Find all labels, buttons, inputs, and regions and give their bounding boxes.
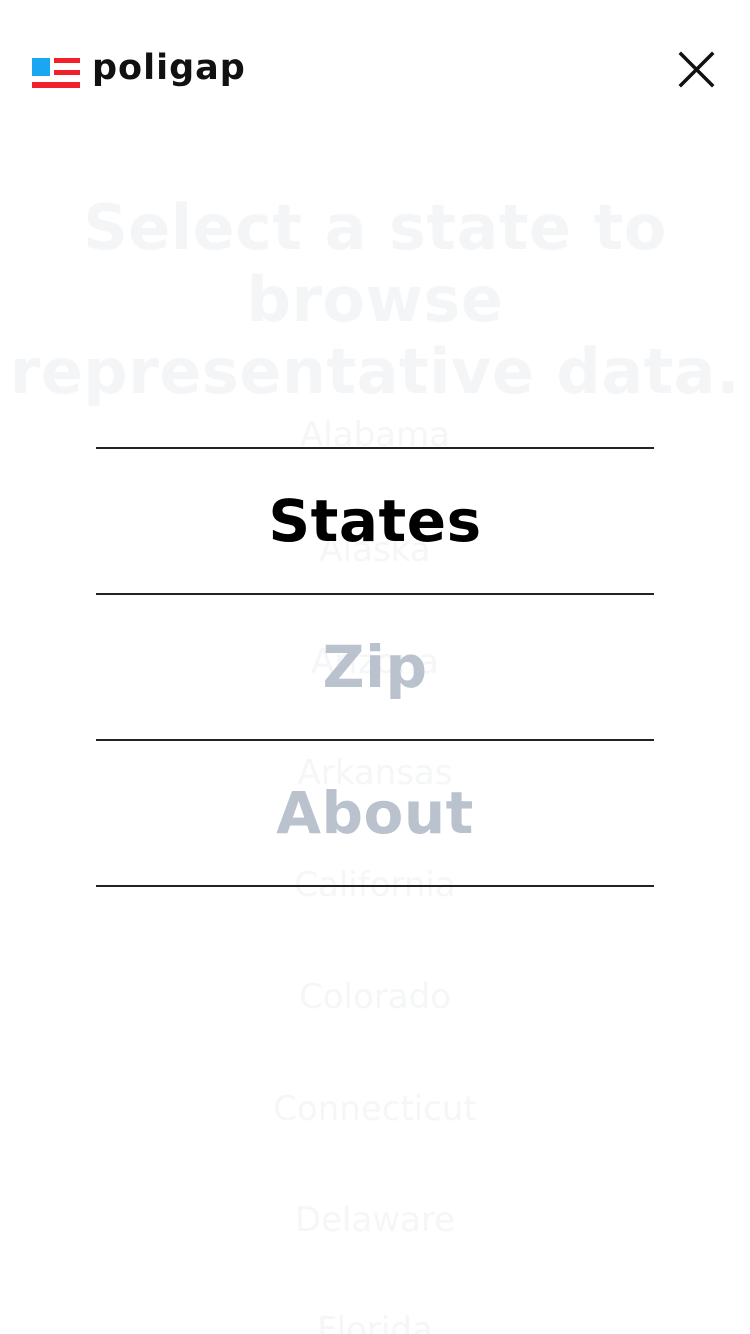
- brand-name: poligap: [92, 48, 246, 88]
- state-item: Colorado: [299, 977, 451, 1017]
- nav-menu: States Zip About: [96, 447, 654, 887]
- state-item: Florida: [317, 1310, 433, 1334]
- menu-item-label: About: [276, 779, 474, 847]
- close-button[interactable]: [672, 46, 720, 94]
- state-item: Delaware: [294, 1200, 456, 1240]
- logo[interactable]: poligap: [32, 48, 246, 90]
- menu-item-label: States: [268, 487, 482, 555]
- header: poligap: [0, 0, 750, 140]
- page-headline: Select a state to browse representative …: [0, 192, 750, 408]
- headline-line-1: Select a state to browse: [83, 191, 667, 336]
- headline-line-2: representative data.: [9, 335, 741, 408]
- menu-item-about[interactable]: About: [96, 739, 654, 887]
- menu-item-zip[interactable]: Zip: [96, 593, 654, 739]
- flag-logo-icon: [32, 52, 80, 88]
- menu-item-states[interactable]: States: [96, 447, 654, 593]
- menu-item-label: Zip: [322, 633, 428, 701]
- state-item: Connecticut: [273, 1089, 477, 1129]
- close-icon: [678, 51, 715, 88]
